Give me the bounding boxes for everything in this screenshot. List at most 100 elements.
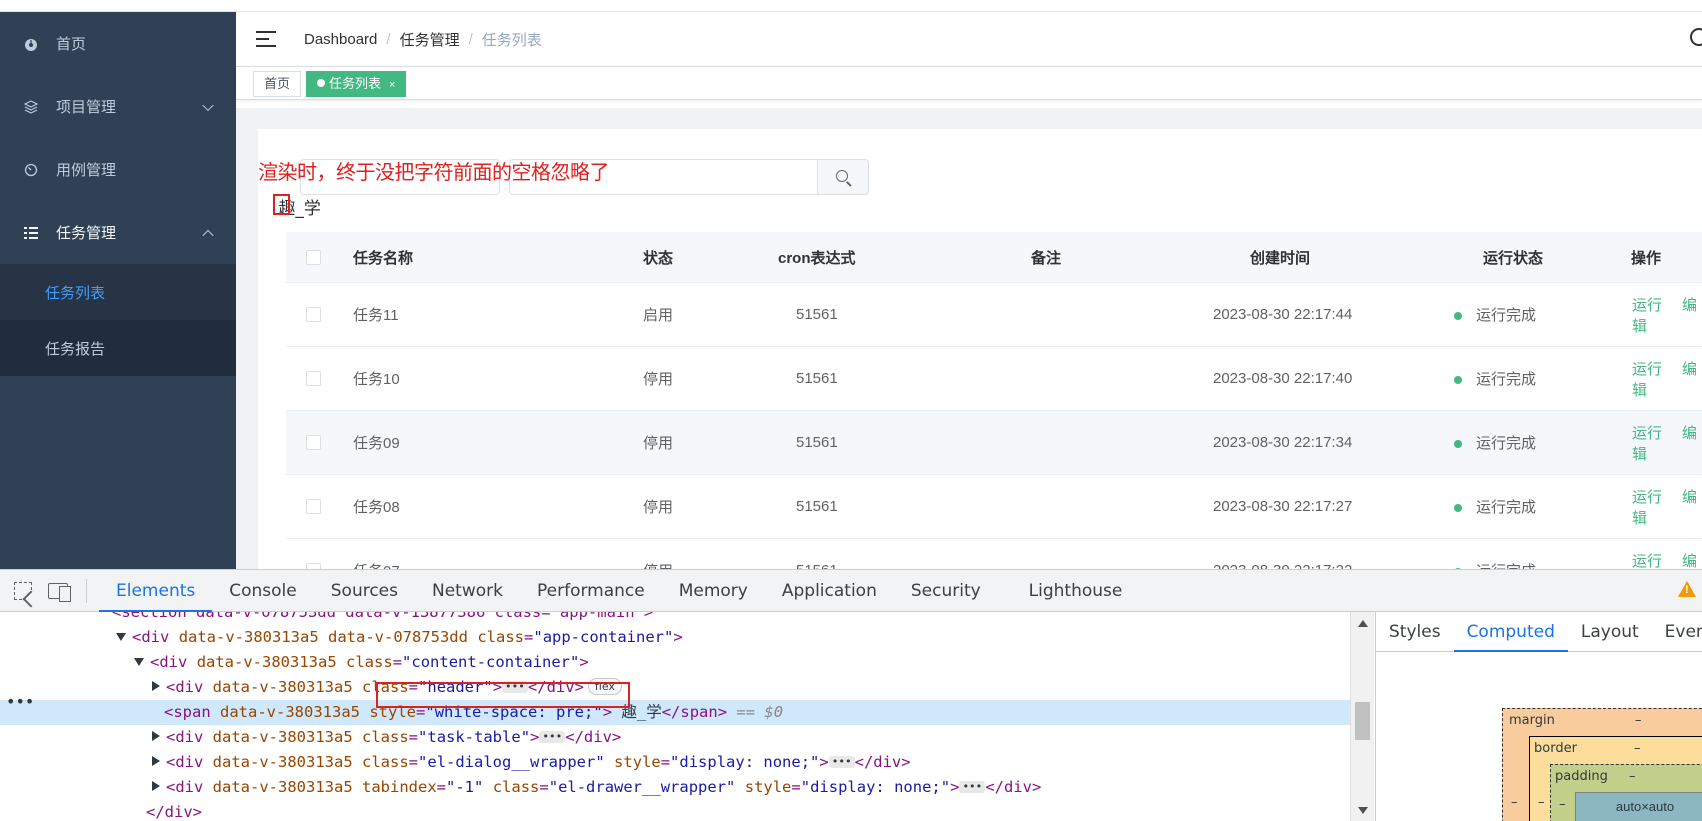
tab-elements[interactable]: Elements xyxy=(99,570,213,612)
dom-node-app-container[interactable]: <div data-v-380313a5 data-v-078753dd cla… xyxy=(0,625,1350,650)
box-value: – xyxy=(1629,769,1636,784)
tab-performance[interactable]: Performance xyxy=(520,570,662,612)
annotation-highlight-box xyxy=(376,682,630,708)
task-table: 任务名称 状态 cron表达式 备注 创建时间 运行状态 操作 任务11 启用 51… xyxy=(286,232,1702,569)
header-actions: 操作 xyxy=(1631,249,1662,267)
dom-node-header[interactable]: <div data-v-380313a5 class="header"> ••• <… xyxy=(0,675,1350,700)
tag-home[interactable]: 首页 xyxy=(253,71,302,97)
table-row[interactable]: 任务07 停用 51561 2023-08-30 22:17:22 运行完成 运行编辑 xyxy=(286,539,1702,569)
dom-node-close-div[interactable]: </div> xyxy=(0,800,1350,821)
breadcrumb-item[interactable]: 任务管理 xyxy=(400,29,460,50)
tag-task-list[interactable]: 任务列表 × xyxy=(306,71,407,97)
sidebar-item-cases[interactable]: 用例管理 xyxy=(0,138,236,201)
table-row[interactable]: 任务09 停用 51561 2023-08-30 22:17:34 运行完成 运行 编辑 xyxy=(286,411,1702,475)
sidebar-item-projects[interactable]: 项目管理 xyxy=(0,75,236,138)
cell-cron: 51561 xyxy=(796,498,838,515)
dom-node-task-table[interactable]: <div data-v-380313a5 class="task-table">… xyxy=(0,725,1350,750)
dom-tag: div xyxy=(159,653,188,671)
tab-security[interactable]: Security xyxy=(894,570,998,612)
run-status-text: 运行完成 xyxy=(1476,435,1537,452)
hamburger-icon[interactable] xyxy=(256,30,276,48)
sidebar-item-label: 首页 xyxy=(56,36,87,53)
ellipsis-icon[interactable]: ••• xyxy=(828,756,855,768)
table-body: 任务11 启用 51561 2023-08-30 22:17:44 运行完成 运行 编辑 任务… xyxy=(286,283,1702,569)
dom-node-drawer-wrapper[interactable]: <div data-v-380313a5 tabindex="-1" class… xyxy=(0,775,1350,800)
tab-sources[interactable]: Sources xyxy=(314,570,415,612)
dom-tree: <section data-v-078753dd data-v-13877386… xyxy=(0,612,1374,821)
tab-memory[interactable]: Memory xyxy=(662,570,765,612)
more-options-icon[interactable]: ••• xyxy=(6,692,34,711)
box-model-margin: margin – – border – – padding – – auto×a… xyxy=(1502,708,1702,821)
dom-node-content-container[interactable]: <div data-v-380313a5 class="content-cont… xyxy=(0,650,1350,675)
row-checkbox[interactable] xyxy=(306,435,321,450)
dom-attr-value: el-drawer__wrapper xyxy=(558,778,727,796)
collapse-triangle-icon[interactable] xyxy=(116,633,126,641)
tab-event-listeners[interactable]: Event xyxy=(1652,612,1702,652)
expand-triangle-icon[interactable] xyxy=(152,681,160,691)
dom-scrollbar[interactable] xyxy=(1350,612,1374,821)
expand-triangle-icon[interactable] xyxy=(152,781,160,791)
dom-node-dialog-wrapper[interactable]: <div data-v-380313a5 class="el-dialog__w… xyxy=(0,750,1350,775)
collapse-triangle-icon[interactable] xyxy=(134,658,144,666)
dom-node-section[interactable]: <section data-v-078753dd data-v-13877386… xyxy=(0,612,1350,625)
scroll-up-icon[interactable] xyxy=(1358,620,1368,627)
run-status-text: 运行完成 xyxy=(1476,499,1537,516)
row-checkbox[interactable] xyxy=(306,499,321,514)
tab-styles[interactable]: Styles xyxy=(1376,612,1454,652)
cell-name: 任务09 xyxy=(353,435,400,452)
tab-application[interactable]: Application xyxy=(765,570,894,612)
run-button[interactable]: 运行 xyxy=(1632,425,1662,442)
breadcrumb-item[interactable]: Dashboard xyxy=(304,31,377,48)
box-label: margin xyxy=(1509,713,1555,728)
scroll-thumb[interactable] xyxy=(1355,702,1370,740)
close-icon[interactable]: × xyxy=(389,79,395,91)
device-toolbar-icon[interactable] xyxy=(48,582,71,602)
table-row[interactable]: 任务11 启用 51561 2023-08-30 22:17:44 运行完成 运行 编辑 xyxy=(286,283,1702,347)
run-button[interactable]: 运行 xyxy=(1632,361,1662,378)
table-row[interactable]: 任务08 停用 51561 2023-08-30 22:17:27 运行完成 运行 编辑 xyxy=(286,475,1702,539)
sidebar-item-home[interactable]: 首页 xyxy=(0,12,236,75)
tab-lighthouse[interactable]: Lighthouse xyxy=(1012,570,1140,612)
expand-triangle-icon[interactable] xyxy=(152,731,160,741)
cell-status: 启用 xyxy=(643,307,674,324)
search-button[interactable] xyxy=(817,159,869,195)
sidebar-item-task-report[interactable]: 任务报告 xyxy=(0,320,236,376)
run-button[interactable]: 运行 xyxy=(1632,489,1662,506)
row-checkbox[interactable] xyxy=(306,307,321,322)
search-icon[interactable] xyxy=(1690,28,1702,46)
cell-actions: 运行编辑 xyxy=(1632,550,1702,570)
tab-network[interactable]: Network xyxy=(415,570,520,612)
run-button[interactable]: 运行 xyxy=(1632,553,1662,570)
expand-triangle-icon[interactable] xyxy=(152,756,160,766)
ellipsis-icon[interactable]: ••• xyxy=(959,781,986,793)
row-checkbox[interactable] xyxy=(306,371,321,386)
layers-icon xyxy=(24,99,38,114)
run-button[interactable]: 运行 xyxy=(1632,297,1662,314)
cell-status: 停用 xyxy=(643,371,674,388)
tag-label: 首页 xyxy=(264,76,291,91)
chevron-up-icon xyxy=(202,229,214,241)
box-value: – xyxy=(1634,741,1641,756)
warning-icon[interactable] xyxy=(1678,581,1696,597)
submenu-tasks: 任务列表 任务报告 xyxy=(0,264,236,376)
cell-cron: 51561 xyxy=(796,306,838,323)
dom-attr-value: app-container xyxy=(542,628,665,646)
scroll-down-icon[interactable] xyxy=(1358,807,1368,814)
tab-layout[interactable]: Layout xyxy=(1568,612,1652,652)
cell-cron: 51561 xyxy=(796,434,838,451)
ellipsis-icon[interactable]: ••• xyxy=(539,731,566,743)
cell-run-status: 运行完成 xyxy=(1454,560,1536,569)
sidebar-item-tasks[interactable]: 任务管理 xyxy=(0,201,236,264)
select-all-checkbox[interactable] xyxy=(306,249,321,265)
tab-computed[interactable]: Computed xyxy=(1453,612,1568,652)
dom-node-text: <section data-v-078753dd data-v-13877386… xyxy=(112,612,654,621)
sidebar-item-label: 用例管理 xyxy=(56,162,117,179)
inspect-element-icon[interactable] xyxy=(14,581,32,600)
dom-node-span-selected[interactable]: <span data-v-380313a5 style="white-space… xyxy=(0,700,1350,725)
dom-tag: div xyxy=(141,628,170,646)
cell-name: 任务10 xyxy=(353,371,400,388)
devtools-side-panel: Styles Computed Layout Event margin – – … xyxy=(1375,612,1702,821)
tab-console[interactable]: Console xyxy=(212,570,314,612)
sidebar-item-task-list[interactable]: 任务列表 xyxy=(0,264,236,320)
table-row[interactable]: 任务10 停用 51561 2023-08-30 22:17:40 运行完成 运行 编辑 xyxy=(286,347,1702,411)
